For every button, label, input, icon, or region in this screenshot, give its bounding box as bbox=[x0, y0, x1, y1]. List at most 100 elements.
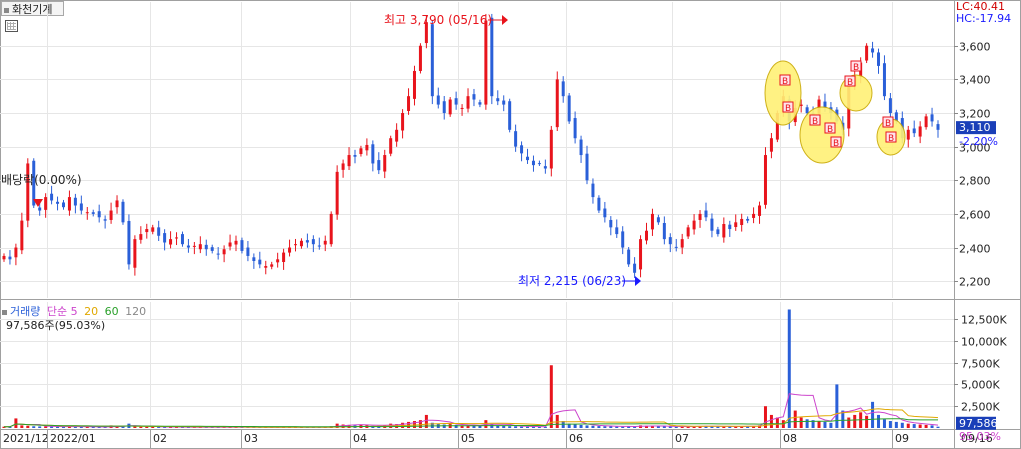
volume-bar bbox=[835, 384, 839, 428]
volume-bar bbox=[38, 426, 42, 428]
candle-body bbox=[270, 264, 274, 267]
legend-ma60[interactable]: 60 bbox=[105, 305, 119, 318]
candle-body bbox=[246, 247, 250, 256]
candle-body bbox=[38, 207, 42, 211]
candle-body bbox=[716, 229, 720, 235]
volume-bar bbox=[799, 417, 803, 428]
volume-bar bbox=[615, 426, 619, 428]
x-tick-label: 09 bbox=[895, 432, 909, 445]
volume-bar bbox=[823, 421, 827, 428]
candle-body bbox=[692, 220, 696, 230]
candle-body bbox=[882, 63, 886, 97]
candle-body bbox=[97, 211, 101, 218]
candle-body bbox=[686, 227, 690, 237]
candle-body bbox=[412, 70, 416, 99]
candle-body bbox=[561, 81, 565, 97]
candle-body bbox=[335, 171, 339, 215]
candle-body bbox=[186, 245, 190, 248]
volume-bar bbox=[847, 417, 851, 428]
candle-body bbox=[198, 244, 202, 250]
candle-body bbox=[228, 242, 232, 247]
candle-body bbox=[585, 153, 589, 181]
candle-body bbox=[918, 126, 922, 137]
volume-bar bbox=[585, 425, 589, 428]
candle-body bbox=[520, 145, 524, 154]
volume-bar bbox=[20, 425, 24, 428]
volume-bar bbox=[787, 309, 791, 428]
volume-bar bbox=[549, 365, 553, 428]
candle-body bbox=[906, 129, 910, 140]
candle-body bbox=[549, 129, 553, 169]
high-annotation: 최고 3,790 (05/16) bbox=[384, 13, 492, 27]
volume-bar bbox=[603, 426, 607, 428]
price-tick-label: 2,200 bbox=[959, 276, 991, 289]
buy-badge-letter: B bbox=[827, 125, 833, 135]
buy-badge-letter: B bbox=[782, 77, 788, 87]
candle-body bbox=[401, 113, 405, 131]
volume-tick-label: 10,000K bbox=[961, 336, 1007, 349]
chart-window: 화천기계 LC:40.41 HC:-17.94 3,600 3,400 3,200 3… bbox=[0, 0, 1021, 449]
candle-body bbox=[180, 234, 184, 245]
candle-body bbox=[151, 227, 155, 232]
candle-body bbox=[537, 163, 541, 165]
volume-bar bbox=[930, 425, 934, 428]
candle-body bbox=[865, 45, 869, 61]
current-price-label: 3,110 bbox=[959, 121, 991, 134]
candle-body bbox=[377, 160, 381, 171]
candle-body bbox=[2, 255, 6, 260]
high-arrow-icon bbox=[502, 15, 508, 25]
candle-body bbox=[591, 183, 595, 198]
legend-square-icon bbox=[2, 309, 7, 315]
dividend-annotation: 배당락(0.00%) bbox=[1, 173, 82, 187]
buy-badge-letter: B bbox=[888, 134, 894, 144]
legend-ma120[interactable]: 120 bbox=[125, 305, 146, 318]
candle-body bbox=[680, 239, 684, 248]
candle-body bbox=[662, 222, 666, 240]
candle-body bbox=[383, 155, 387, 172]
volume-bar bbox=[888, 421, 892, 428]
candle-body bbox=[472, 94, 476, 100]
candle-body bbox=[888, 98, 892, 113]
volume-bar bbox=[514, 426, 518, 428]
candle-body bbox=[466, 96, 470, 109]
candle-body bbox=[543, 166, 547, 169]
candle-body bbox=[710, 218, 714, 231]
x-tick-label: 2021/12 bbox=[3, 432, 49, 445]
volume-bar bbox=[526, 426, 530, 428]
candlestick-chart[interactable]: 3,6003,4003,2003,0002,8002,6002,4002,200… bbox=[0, 0, 1021, 449]
volume-bar bbox=[793, 410, 797, 428]
x-tick-label: 2022/01 bbox=[50, 432, 96, 445]
candle-body bbox=[454, 98, 458, 105]
volume-bar bbox=[591, 425, 595, 428]
volume-bar bbox=[520, 426, 524, 428]
current-volume-pct: 95.03% bbox=[959, 430, 1001, 443]
volume-bar bbox=[597, 426, 601, 428]
candle-body bbox=[329, 213, 333, 245]
candle-body bbox=[276, 259, 280, 263]
candle-body bbox=[407, 96, 411, 111]
volume-bar bbox=[508, 426, 512, 428]
candle-body bbox=[912, 128, 916, 134]
candle-body bbox=[353, 155, 357, 157]
volume-tick-label: 5,000K bbox=[961, 379, 1000, 392]
candle-body bbox=[50, 193, 54, 201]
buy-signal-highlight bbox=[764, 60, 802, 126]
candle-body bbox=[567, 95, 571, 122]
volume-readout: 97,586주(95.03%) bbox=[6, 319, 106, 332]
buy-badge-letter: B bbox=[812, 117, 818, 127]
candle-body bbox=[79, 203, 83, 211]
candle-body bbox=[490, 17, 494, 97]
candle-body bbox=[133, 239, 137, 268]
volume-bar bbox=[151, 426, 155, 428]
candle-body bbox=[496, 98, 500, 102]
candle-body bbox=[20, 220, 24, 251]
candle-body bbox=[508, 101, 512, 130]
buy-badge-letter: B bbox=[853, 63, 859, 73]
candle-body bbox=[73, 197, 77, 206]
volume-bar bbox=[656, 426, 660, 428]
candle-body bbox=[91, 212, 95, 214]
candle-body bbox=[674, 246, 678, 248]
current-change-label: -2.20% bbox=[959, 135, 998, 148]
candle-body bbox=[526, 156, 530, 161]
candle-body bbox=[418, 45, 422, 71]
